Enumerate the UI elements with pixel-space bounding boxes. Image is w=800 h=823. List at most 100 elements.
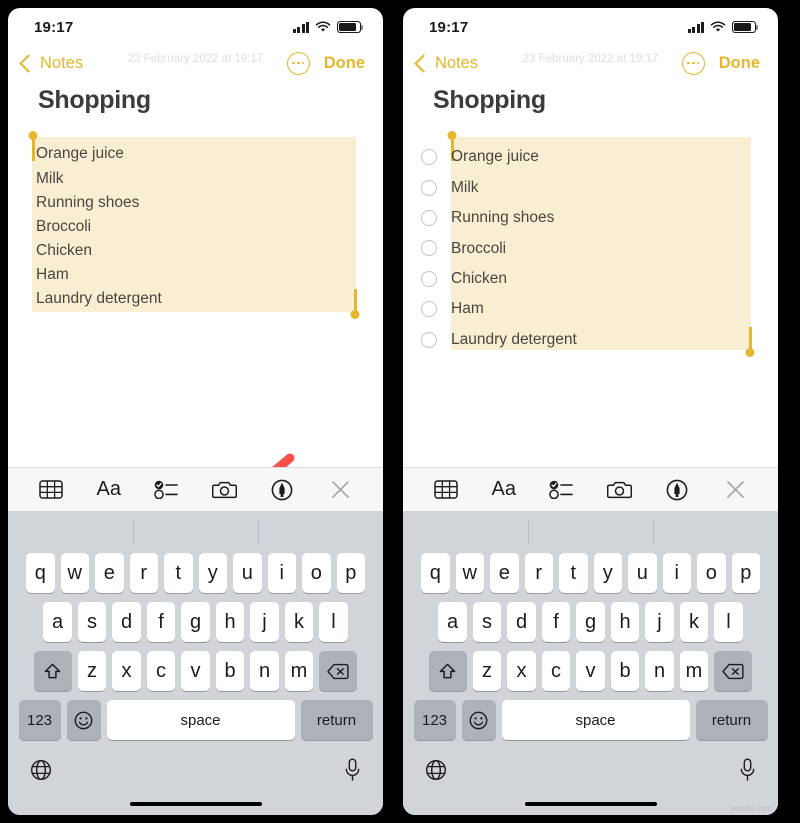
list-item[interactable]: Chicken <box>36 239 383 263</box>
key-n[interactable]: n <box>250 651 279 691</box>
key-a[interactable]: a <box>43 602 72 642</box>
key-u[interactable]: u <box>628 553 657 593</box>
emoji-smiley-icon[interactable] <box>66 700 101 740</box>
space-key[interactable]: space <box>106 700 295 740</box>
key-l[interactable]: l <box>319 602 348 642</box>
key-s[interactable]: s <box>472 602 502 642</box>
key-d[interactable]: d <box>112 602 141 642</box>
key-w[interactable]: w <box>60 553 89 593</box>
key-m[interactable]: m <box>679 651 709 691</box>
key-f[interactable]: f <box>146 602 176 642</box>
key-b[interactable]: b <box>610 651 640 691</box>
key-c[interactable]: c <box>146 651 176 691</box>
key-e[interactable]: e <box>95 553 124 593</box>
table-icon[interactable] <box>36 475 66 505</box>
shift-arrow-icon[interactable] <box>33 651 72 691</box>
done-button[interactable]: Done <box>324 54 365 73</box>
key-m[interactable]: m <box>284 651 314 691</box>
checklist-item[interactable]: Broccoli <box>421 233 778 263</box>
camera-icon[interactable] <box>209 475 239 505</box>
microphone-icon[interactable] <box>739 758 756 787</box>
key-r[interactable]: r <box>524 553 553 593</box>
key-j[interactable]: j <box>250 602 279 642</box>
key-v[interactable]: v <box>181 651 210 691</box>
key-r[interactable]: r <box>129 553 158 593</box>
key-p[interactable]: p <box>731 553 760 593</box>
checkbox-unchecked-icon[interactable] <box>421 209 437 226</box>
key-q[interactable]: q <box>421 553 450 593</box>
numbers-key[interactable]: 123 <box>413 700 456 740</box>
key-d[interactable]: d <box>507 602 536 642</box>
globe-icon[interactable] <box>425 759 447 786</box>
key-y[interactable]: y <box>593 553 622 593</box>
key-o[interactable]: o <box>302 553 331 593</box>
checkbox-unchecked-icon[interactable] <box>421 270 437 287</box>
checklist-icon[interactable] <box>152 475 182 505</box>
back-to-notes-button[interactable]: Notes <box>414 54 478 73</box>
checklist-item[interactable]: Milk <box>421 172 778 202</box>
note-body[interactable]: Shopping Orange juice Milk Running shoes… <box>403 80 778 467</box>
key-b[interactable]: b <box>215 651 245 691</box>
checklist-item[interactable]: Laundry detergent <box>421 324 778 354</box>
ellipsis-circle-icon[interactable] <box>681 51 705 75</box>
key-n[interactable]: n <box>645 651 674 691</box>
key-c[interactable]: c <box>541 651 571 691</box>
list-item[interactable]: Milk <box>36 166 383 190</box>
key-i[interactable]: i <box>267 553 296 593</box>
text-format-icon[interactable]: Aa <box>94 475 124 505</box>
checklist-icon[interactable] <box>547 475 577 505</box>
list-item[interactable]: Orange juice <box>36 142 383 166</box>
space-key[interactable]: space <box>501 700 690 740</box>
key-q[interactable]: q <box>26 553 55 593</box>
done-button[interactable]: Done <box>719 54 760 73</box>
key-k[interactable]: k <box>284 602 314 642</box>
list-item[interactable]: Broccoli <box>36 215 383 239</box>
key-w[interactable]: w <box>455 553 484 593</box>
close-icon[interactable] <box>325 475 355 505</box>
microphone-icon[interactable] <box>344 758 361 787</box>
key-z[interactable]: z <box>77 651 107 691</box>
key-a[interactable]: a <box>438 602 467 642</box>
return-key[interactable]: return <box>300 700 373 740</box>
numbers-key[interactable]: 123 <box>18 700 61 740</box>
predictive-text-bar[interactable] <box>403 511 778 553</box>
key-x[interactable]: x <box>112 651 141 691</box>
close-icon[interactable] <box>720 475 750 505</box>
text-format-icon[interactable]: Aa <box>489 475 519 505</box>
globe-icon[interactable] <box>30 759 52 786</box>
key-e[interactable]: e <box>490 553 519 593</box>
checklist-item[interactable]: Orange juice <box>421 142 778 172</box>
key-h[interactable]: h <box>610 602 640 642</box>
key-g[interactable]: g <box>576 602 605 642</box>
key-x[interactable]: x <box>507 651 536 691</box>
note-body[interactable]: Shopping Orange juice Milk Running shoes… <box>8 80 383 467</box>
checkbox-unchecked-icon[interactable] <box>421 301 437 318</box>
note-content-plain[interactable]: Orange juice Milk Running shoes Broccoli… <box>8 131 383 319</box>
key-u[interactable]: u <box>233 553 262 593</box>
list-item[interactable]: Running shoes <box>36 190 383 214</box>
list-item[interactable]: Ham <box>36 263 383 287</box>
table-icon[interactable] <box>431 475 461 505</box>
markup-pen-icon[interactable] <box>267 475 297 505</box>
checkbox-unchecked-icon[interactable] <box>421 149 437 166</box>
checkbox-unchecked-icon[interactable] <box>421 240 437 257</box>
key-p[interactable]: p <box>336 553 365 593</box>
predictive-text-bar[interactable] <box>8 511 383 553</box>
key-v[interactable]: v <box>576 651 605 691</box>
shift-arrow-icon[interactable] <box>428 651 467 691</box>
back-to-notes-button[interactable]: Notes <box>19 54 83 73</box>
return-key[interactable]: return <box>695 700 768 740</box>
key-z[interactable]: z <box>472 651 502 691</box>
camera-icon[interactable] <box>604 475 634 505</box>
key-h[interactable]: h <box>215 602 245 642</box>
key-f[interactable]: f <box>541 602 571 642</box>
note-content-checklist[interactable]: Orange juice Milk Running shoes Broccoli… <box>403 131 778 357</box>
checklist-item[interactable]: Chicken <box>421 264 778 294</box>
checklist-item[interactable]: Ham <box>421 294 778 324</box>
key-s[interactable]: s <box>77 602 107 642</box>
emoji-smiley-icon[interactable] <box>461 700 496 740</box>
key-j[interactable]: j <box>645 602 674 642</box>
list-item[interactable]: Laundry detergent <box>36 287 383 311</box>
backspace-icon[interactable] <box>319 651 358 691</box>
key-t[interactable]: t <box>164 553 193 593</box>
